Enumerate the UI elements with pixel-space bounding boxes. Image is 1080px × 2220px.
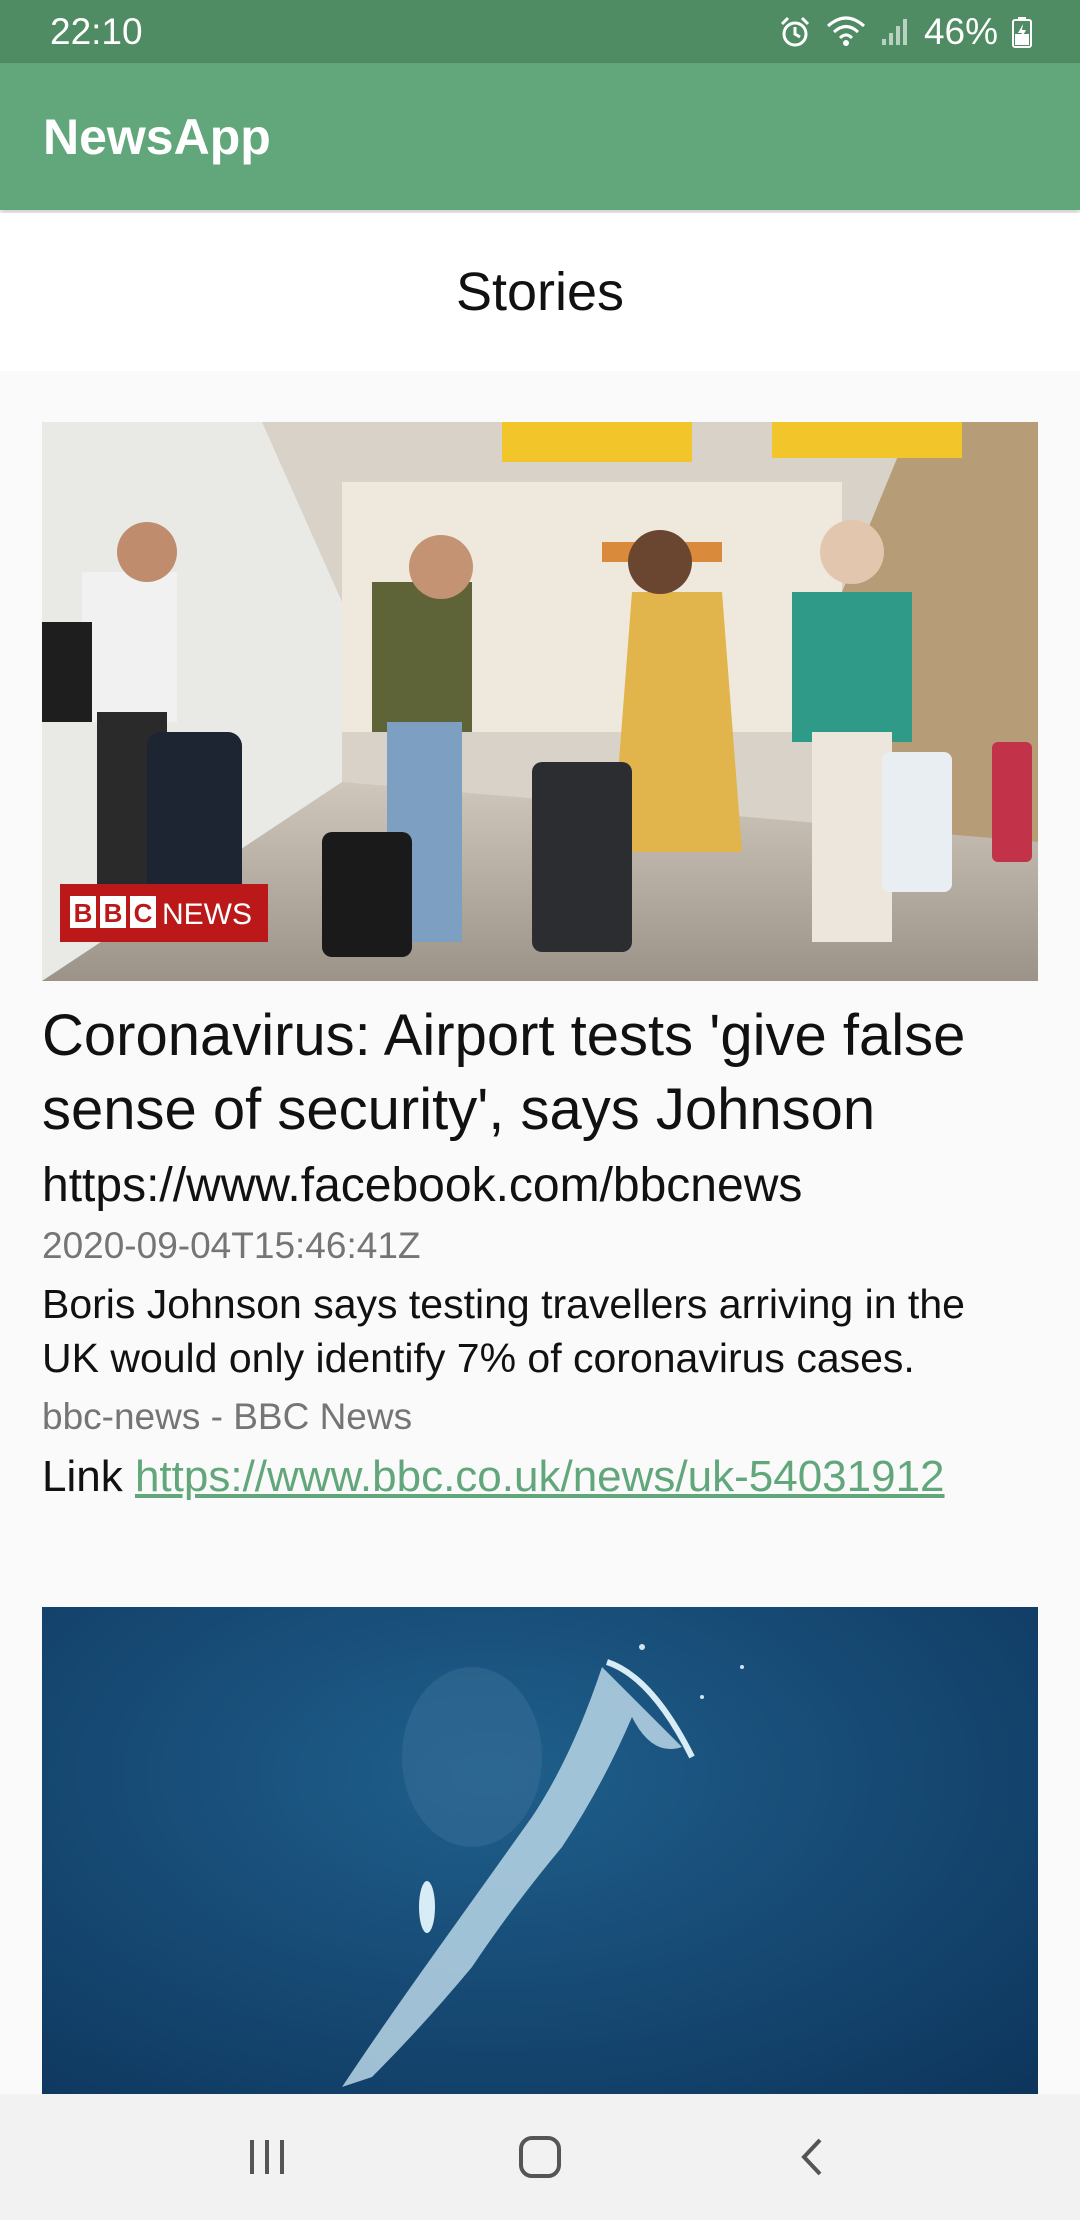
svg-text:B: B	[104, 898, 123, 928]
story-card[interactable]: B B C NEWS Coronavirus: Airport tests 'g…	[42, 422, 1038, 1507]
home-icon[interactable]	[517, 2134, 563, 2180]
story-published-at: 2020-09-04T15:46:41Z	[42, 1225, 421, 1266]
wifi-icon	[826, 16, 866, 48]
svg-text:C: C	[134, 898, 153, 928]
story-source-url: https://www.facebook.com/bbcnews	[42, 1159, 803, 1212]
story-description: Boris Johnson says testing travellers ar…	[42, 1281, 965, 1381]
recent-apps-icon[interactable]	[244, 2134, 290, 2180]
battery-percent: 46%	[923, 10, 998, 52]
back-icon[interactable]	[790, 2134, 836, 2180]
section-title: Stories	[455, 262, 625, 322]
status-time: 22:10	[50, 10, 143, 52]
alarm-icon	[778, 15, 812, 49]
app-bar: NewsApp	[0, 63, 1080, 210]
svg-text:NEWS: NEWS	[162, 898, 252, 931]
story-card[interactable]	[42, 1607, 1038, 2094]
story-image[interactable]: B B C NEWS	[42, 422, 1038, 981]
status-icons: 46%	[778, 11, 1032, 53]
svg-text:B: B	[74, 898, 93, 928]
story-feed[interactable]: B B C NEWS Coronavirus: Airport tests 'g…	[0, 372, 1080, 2094]
story-headline[interactable]: Coronavirus: Airport tests 'give false s…	[42, 999, 1038, 1147]
battery-charging-icon	[1012, 16, 1032, 48]
story-link-label: Link	[42, 1452, 135, 1501]
nav-bar	[0, 2094, 1080, 2220]
signal-icon	[880, 17, 910, 47]
story-link[interactable]: https://www.bbc.co.uk/news/uk-54031912	[135, 1452, 945, 1501]
section-header: Stories	[0, 213, 1080, 371]
story-source-name: bbc-news - BBC News	[42, 1396, 413, 1437]
status-bar: 22:10 46%	[0, 0, 1080, 63]
story-image[interactable]	[42, 1607, 1038, 2094]
story-link-row: Link https://www.bbc.co.uk/news/uk-54031…	[42, 1447, 1038, 1507]
app-title: NewsApp	[43, 108, 271, 165]
